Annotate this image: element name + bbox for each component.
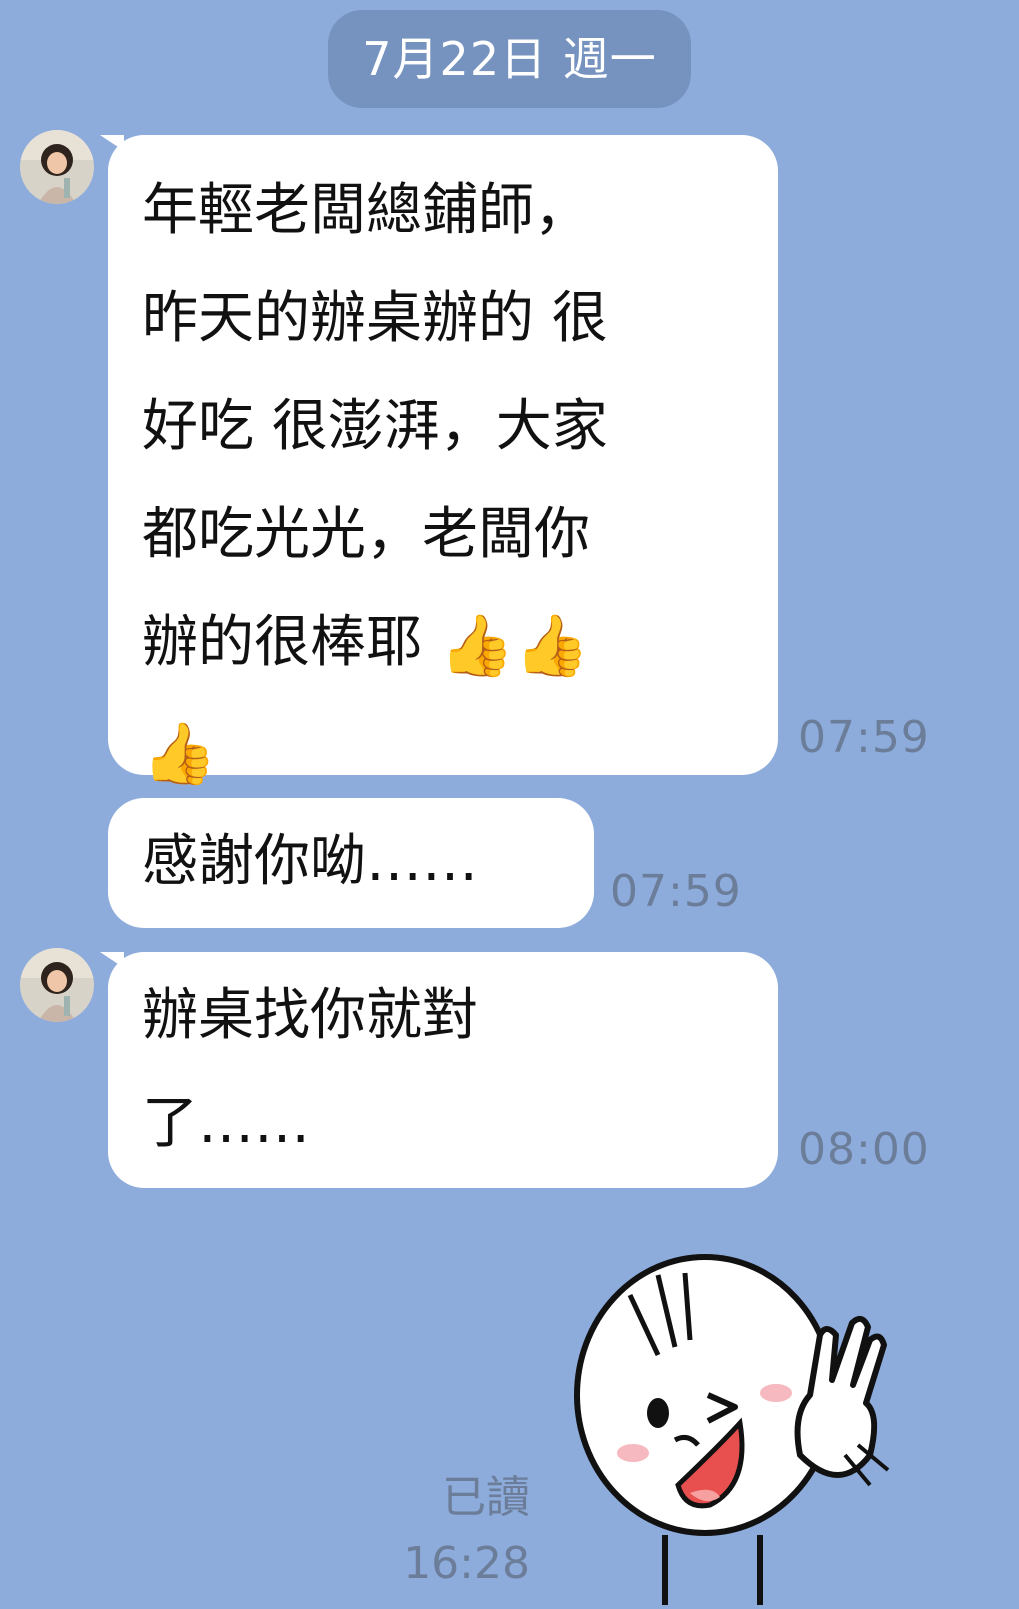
message-bubble-1[interactable]: 年輕老闆總鋪師， 昨天的辦桌辦的 很 好吃 很澎湃，大家 都吃光光，老闆你 辦的… [100,135,778,784]
message-line: 昨天的辦桌辦的 很 [142,286,608,351]
message-line: 辦的很棒耶 [142,610,422,675]
message-line: 辦桌找你就對 [142,983,478,1048]
sender-avatar[interactable] [20,130,94,204]
message-timestamp: 07:59 [610,866,742,917]
read-status-label: 已讀 [442,1472,530,1523]
sender-avatar[interactable] [20,948,94,1022]
thumbs-up-icon: 👍 [142,718,217,789]
message-line: 感謝你呦…… [142,829,478,894]
message-line: 都吃光光，老闆你 [142,502,590,567]
thumbs-up-icon: 👍 [514,610,590,681]
message-line: 年輕老闆總鋪師， [142,178,590,243]
avatar-photo-icon [20,948,94,1022]
message-timestamp: 08:00 [798,1124,930,1175]
message-bubble-3[interactable]: 辦桌找你就對 了…… [100,952,778,1188]
read-receipt: 已讀 16:28 [400,1465,530,1597]
sent-time: 16:28 [403,1538,530,1589]
avatar-photo-icon [20,130,94,204]
message-timestamp: 07:59 [798,712,930,763]
waving-cartoon-sticker[interactable] [570,1235,900,1605]
message-line: 好吃 很澎湃，大家 [142,394,608,459]
thumbs-up-icon: 👍 [439,610,515,681]
message-bubble-2[interactable]: 感謝你呦…… [108,798,594,928]
date-separator: 7月22日 週一 [328,10,691,108]
cartoon-face-icon [574,1254,890,1605]
message-line: 了…… [142,1091,310,1156]
